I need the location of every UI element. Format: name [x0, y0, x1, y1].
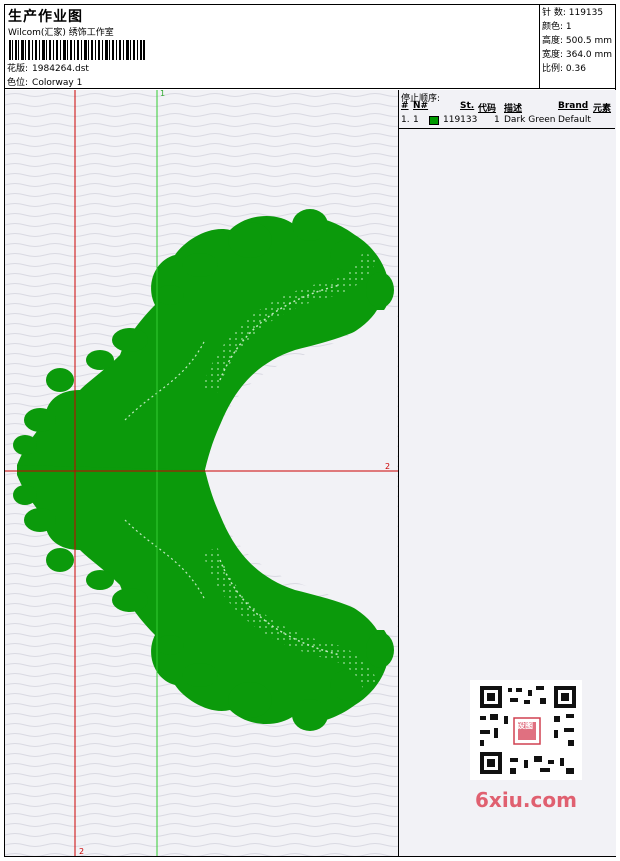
stop-sequence-header: # N# St. 代码 描述 Brand 元素 [399, 101, 615, 115]
col-description: 描述 [504, 104, 523, 114]
design-stats: 针 数: 119135 颜色: 1 高度: 500.5 mm 宽度: 364.0… [539, 4, 616, 89]
stat-width: 宽度: 364.0 mm [542, 50, 613, 60]
design-file-label: 花版: [7, 64, 29, 74]
design-file-line: 花版: 1984264.dst [7, 61, 89, 74]
row-n: 1 [413, 115, 419, 125]
colorway-value: Colorway 1 [32, 78, 83, 88]
guide-label-v1: 1 [160, 90, 166, 98]
colorway-label: 色位: [7, 78, 29, 88]
table-row: 1. 1 119133 1 Dark Green Default [399, 115, 615, 128]
row-index: 1. [401, 115, 410, 125]
row-stitches: 119133 [443, 115, 478, 125]
row-code: 1 [494, 115, 500, 125]
header: 生产作业图 Wilcom(汇家) 绣饰工作室 花版: 1984264.dst 色位… [4, 4, 616, 89]
guide-label-v2: 2 [79, 847, 85, 856]
stat-height: 高度: 500.5 mm [542, 36, 613, 46]
barcode [9, 40, 145, 60]
stat-stitches: 针 数: 119135 [542, 8, 604, 18]
col-element: 元素 [593, 104, 612, 114]
stat-scale: 比例: 0.36 [542, 64, 586, 74]
company-name: Wilcom(汇家) 绣饰工作室 [8, 28, 114, 38]
page-title: 生产作业图 [8, 9, 83, 25]
color-swatch [429, 116, 439, 125]
colorway-line: 色位: Colorway 1 [7, 75, 82, 88]
design-file-value: 1984264.dst [32, 64, 89, 74]
table-divider [399, 128, 615, 129]
watermark-logo: 6xiu.com [475, 788, 577, 812]
col-brand: Brand [558, 101, 589, 111]
embroidery-canvas [5, 90, 398, 856]
design-preview: 1 2 2 [5, 90, 398, 856]
col-n: N# [413, 101, 429, 111]
row-brand: Default [558, 115, 591, 125]
col-index: # [401, 101, 409, 111]
col-stitches: St. [460, 101, 475, 111]
qr-stamp-text: 设图 [517, 721, 533, 730]
stat-colors: 颜色: 1 [542, 22, 572, 32]
row-description: Dark Green [504, 115, 556, 125]
col-code: 代码 [478, 104, 497, 114]
guide-label-h2: 2 [385, 462, 391, 471]
